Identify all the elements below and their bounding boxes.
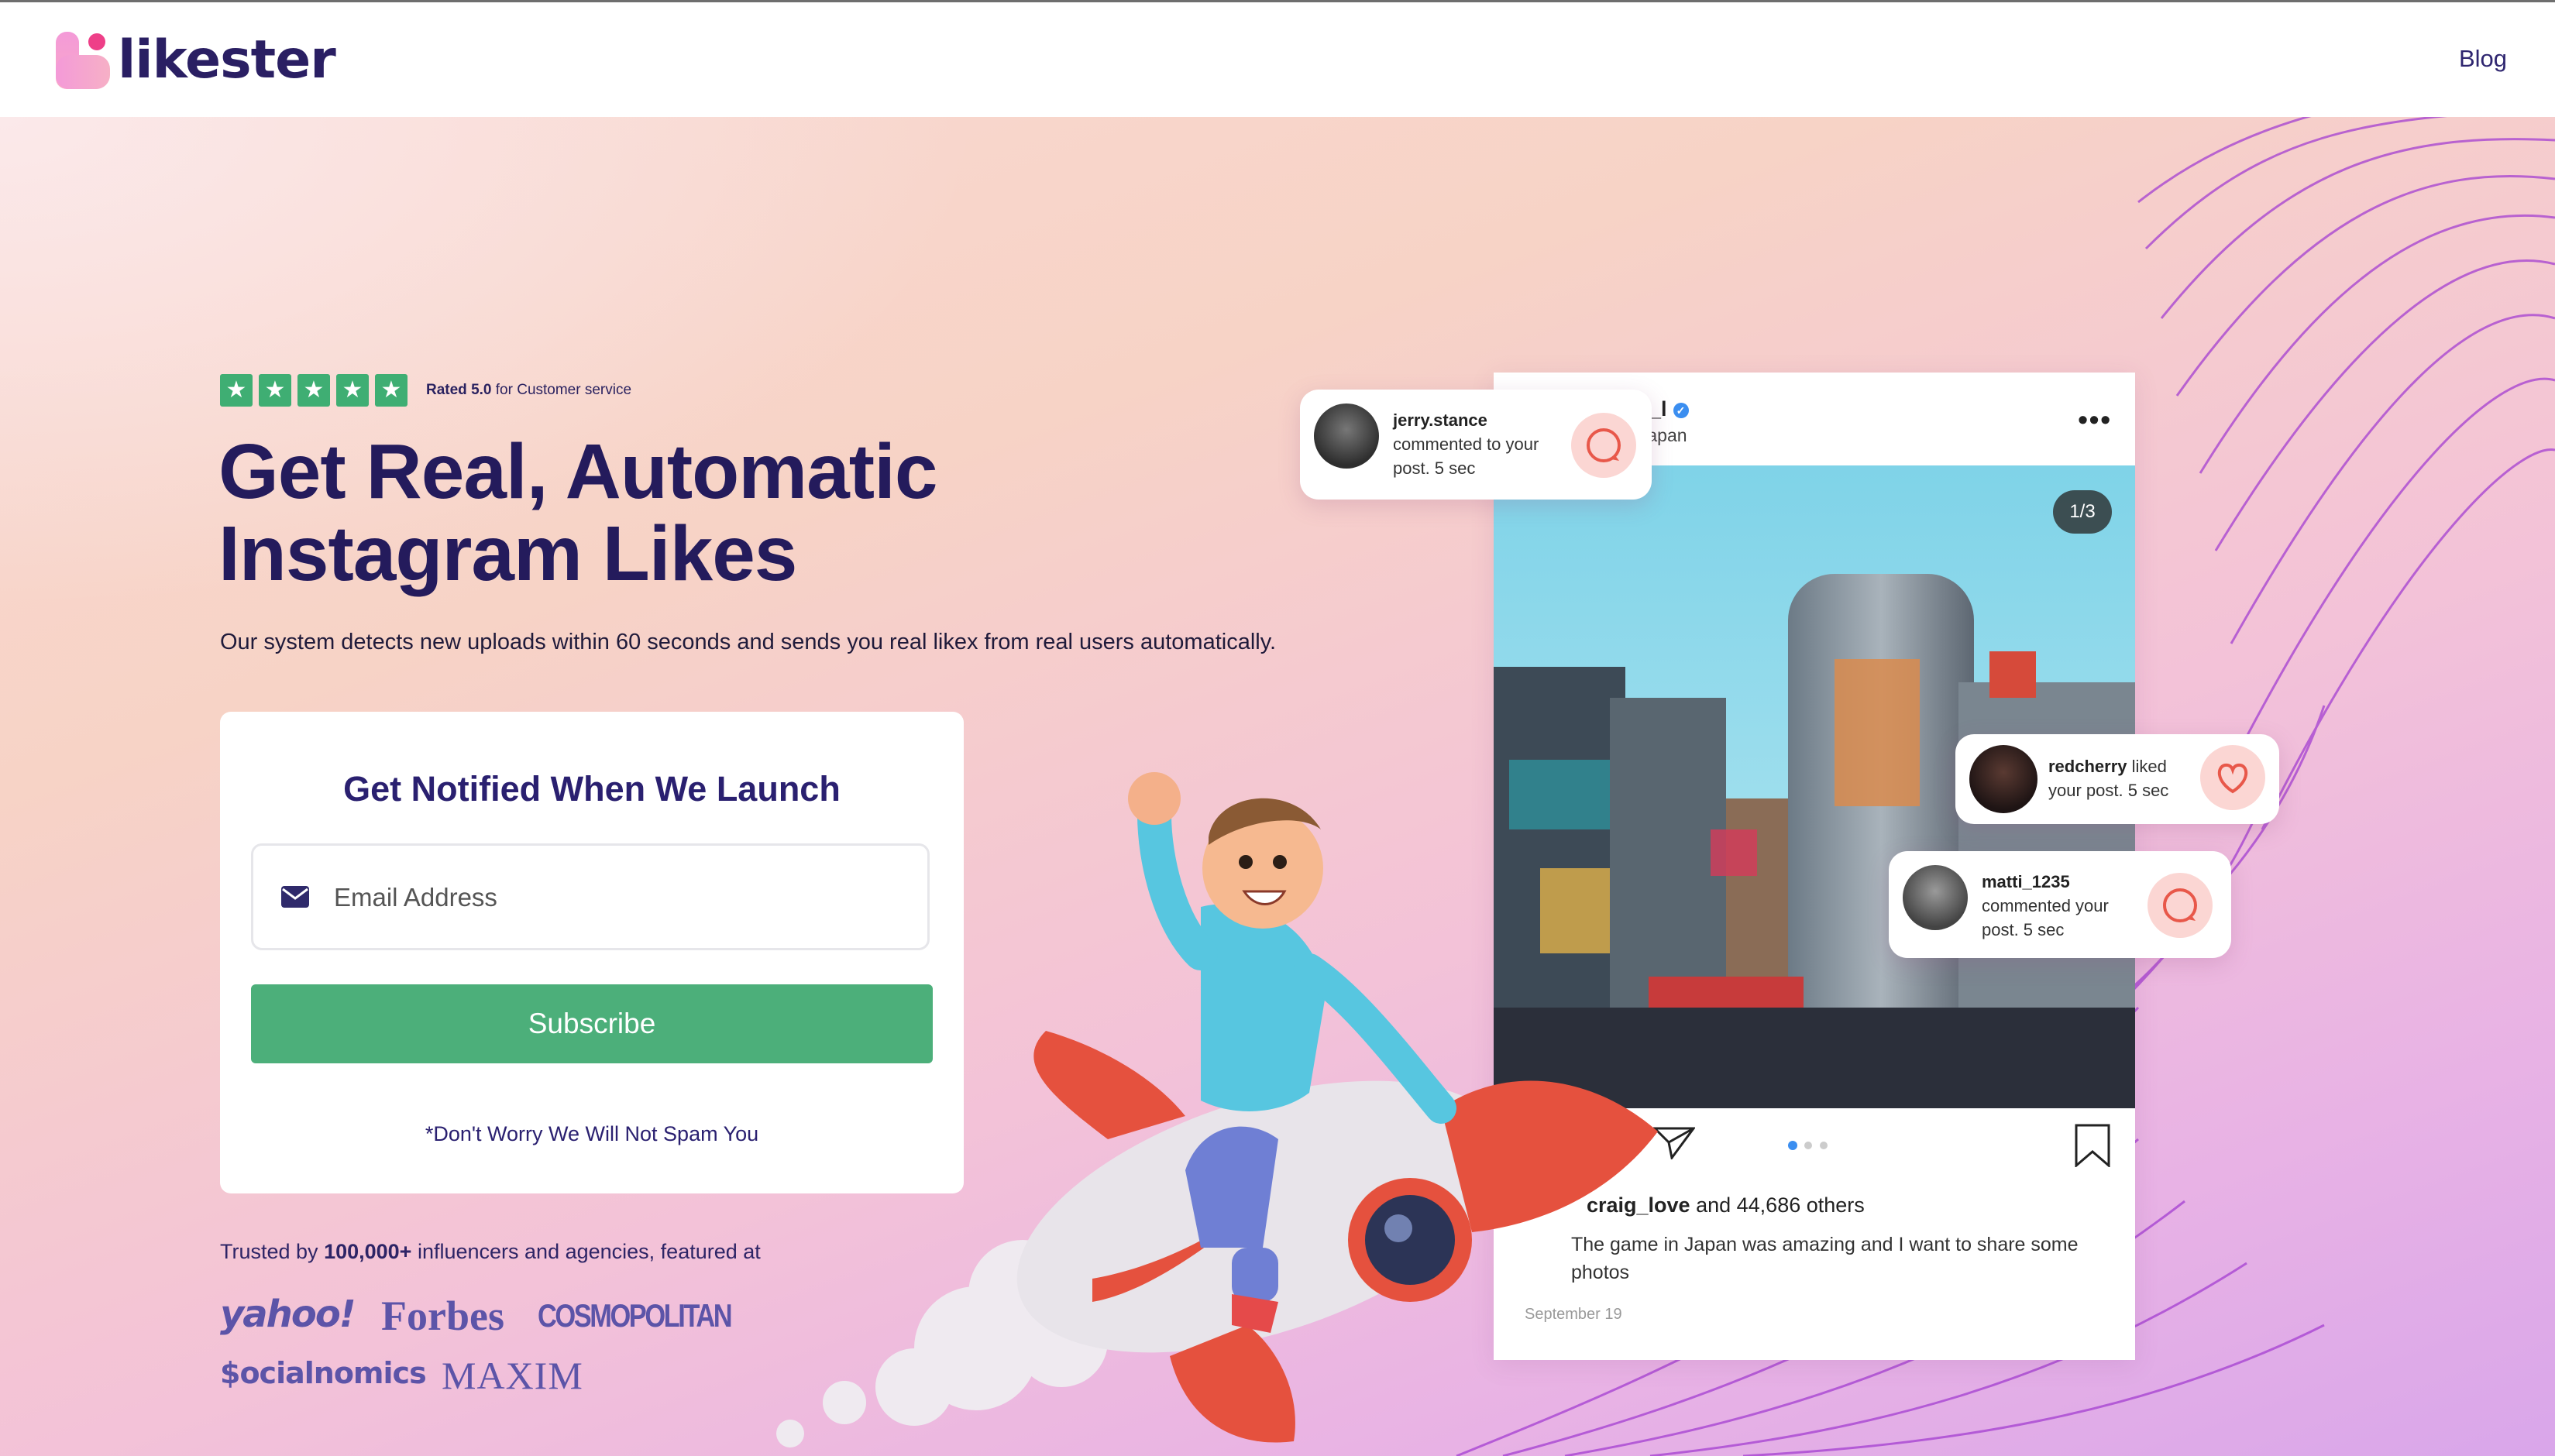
- rating-score: Rated 5.0: [426, 382, 492, 398]
- press-logo-maxim: MAXIM: [442, 1354, 583, 1397]
- hero-subtext: Our system detects new uploads within 60…: [220, 630, 1277, 654]
- star-icon: ★: [297, 374, 330, 407]
- notification-text: jerry.stance commented to your post. 5 s…: [1393, 408, 1539, 480]
- notification-user: redcherry: [2048, 757, 2127, 776]
- notification-comment-jerry: jerry.stance commented to your post. 5 s…: [1300, 390, 1652, 500]
- headline-line-2: Instagram Likes: [218, 510, 797, 597]
- notification-line-1: liked: [2131, 757, 2167, 776]
- press-logo-socialnomics: $ocialnomics: [220, 1356, 427, 1390]
- notification-line-1: commented to your: [1393, 434, 1539, 454]
- notification-text: redcherry liked your post. 5 sec: [2048, 754, 2168, 802]
- notification-line-1: commented your: [1982, 896, 2109, 915]
- logo[interactable]: likester: [56, 29, 336, 91]
- carousel-counter: 1/3: [2053, 490, 2112, 534]
- headline-line-1: Get Real, Automatic: [218, 428, 937, 515]
- star-icon: ★: [336, 374, 369, 407]
- rating-text: Rated 5.0 for Customer service: [426, 382, 631, 399]
- notification-line-2: your post. 5 sec: [2048, 781, 2169, 800]
- notification-text: matti_1235 commented your post. 5 sec: [1982, 870, 2109, 942]
- press-logo-cosmopolitan: COSMOPOLITAN: [538, 1297, 733, 1334]
- logo-text: likester: [118, 29, 336, 91]
- avatar: [1903, 865, 1968, 930]
- avatar: [1314, 403, 1379, 469]
- notification-user: jerry.stance: [1393, 410, 1487, 430]
- nav-blog-link[interactable]: Blog: [2459, 45, 2507, 73]
- trusted-count: 100,000+: [324, 1240, 412, 1263]
- notification-like-redcherry: redcherry liked your post. 5 sec: [1955, 734, 2279, 824]
- notification-comment-matti: matti_1235 commented your post. 5 sec: [1889, 851, 2231, 958]
- star-icon: ★: [375, 374, 407, 407]
- notification-line-2: post. 5 sec: [1393, 458, 1476, 478]
- page-title: Get Real, Automatic Instagram Likes: [218, 431, 1226, 595]
- carousel-dots: [1788, 1141, 1828, 1150]
- notification-user: matti_1235: [1982, 872, 2070, 891]
- more-options-icon[interactable]: •••: [2078, 403, 2112, 436]
- star-icon: ★: [259, 374, 291, 407]
- heart-icon: [2200, 745, 2265, 810]
- avatar: [1969, 745, 2037, 813]
- rocket-boy-illustration: [776, 772, 1658, 1447]
- logo-icon: [56, 32, 110, 89]
- rating-suffix: for Customer service: [495, 382, 632, 398]
- hero-section: ★ ★ ★ ★ ★ Rated 5.0 for Customer service…: [0, 117, 2555, 1456]
- rating-row: ★ ★ ★ ★ ★ Rated 5.0 for Customer service: [220, 374, 631, 407]
- envelope-icon: [281, 886, 309, 908]
- press-logo-yahoo: yahoo!: [220, 1293, 356, 1336]
- trusted-suffix: influencers and agencies, featured at: [417, 1240, 761, 1263]
- verified-badge-icon: ✓: [1673, 402, 1689, 418]
- trusted-by-text: Trusted by 100,000+ influencers and agen…: [220, 1240, 761, 1264]
- comment-icon: [2148, 873, 2213, 938]
- liked-others: and 44,686 others: [1696, 1193, 1865, 1217]
- notification-line-2: post. 5 sec: [1982, 920, 2065, 939]
- press-logo-forbes: Forbes: [381, 1293, 504, 1339]
- star-icon: ★: [220, 374, 253, 407]
- comment-icon: [1571, 413, 1636, 478]
- site-header: likester Blog: [0, 2, 2555, 117]
- bookmark-icon[interactable]: [2073, 1124, 2112, 1167]
- trusted-prefix: Trusted by: [220, 1240, 318, 1263]
